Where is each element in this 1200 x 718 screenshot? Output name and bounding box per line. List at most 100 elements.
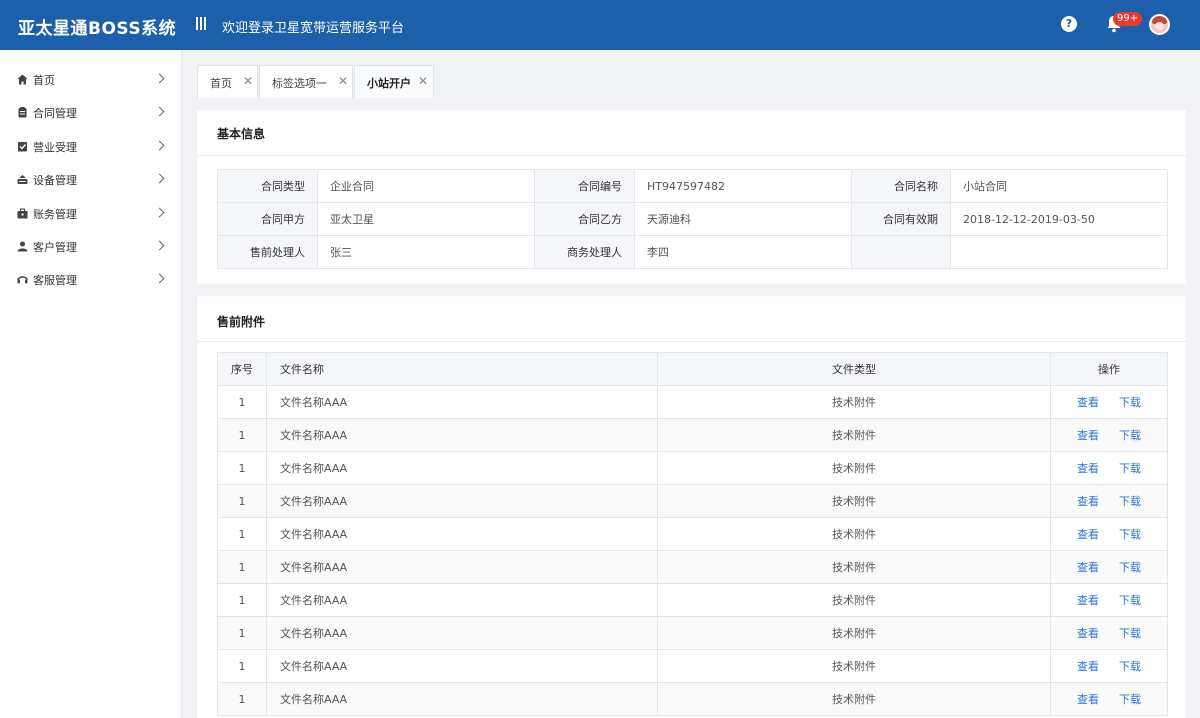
row-actions: 查看 下载 — [1050, 484, 1168, 518]
row-actions: 查看 下载 — [1050, 451, 1168, 485]
download-link[interactable]: 下载 — [1119, 693, 1141, 706]
chevron-right-icon — [154, 106, 165, 117]
sidebar-item-accounting[interactable]: 账务管理 — [0, 197, 182, 230]
download-link[interactable]: 下载 — [1119, 594, 1141, 607]
sidebar-item-business[interactable]: 营业受理 — [0, 130, 182, 163]
download-link[interactable]: 下载 — [1119, 660, 1141, 673]
tab-home[interactable]: 首页 ✕ — [197, 65, 258, 98]
table-row: 1 文件名称AAA 技术附件 查看 下载 — [217, 385, 1168, 419]
sidebar: 首页 合同管理 营业受理 设备管理 账务管理 客户管理 客服管理 — [0, 50, 182, 718]
menu-toggle-icon[interactable] — [196, 17, 206, 31]
file-type: 技术附件 — [657, 649, 1051, 683]
info-row: 合同类型 企业合同 合同编号 HT947597482 合同名称 小站合同 — [217, 169, 1168, 203]
sidebar-item-contract[interactable]: 合同管理 — [0, 96, 182, 129]
view-link[interactable]: 查看 — [1077, 462, 1099, 475]
sidebar-item-label: 设备管理 — [33, 174, 77, 187]
view-link[interactable]: 查看 — [1077, 594, 1099, 607]
row-index: 1 — [217, 649, 267, 683]
notification-badge: 99+ — [1113, 12, 1143, 26]
chevron-right-icon — [154, 73, 165, 84]
info-key: 合同类型 — [217, 169, 318, 203]
info-key — [851, 235, 951, 269]
info-key: 合同名称 — [851, 169, 951, 203]
download-link[interactable]: 下载 — [1119, 396, 1141, 409]
download-link[interactable]: 下载 — [1119, 462, 1141, 475]
file-type: 技术附件 — [657, 451, 1051, 485]
row-index: 1 — [217, 484, 267, 518]
view-link[interactable]: 查看 — [1077, 561, 1099, 574]
row-index: 1 — [217, 385, 267, 419]
table-header-row: 序号 文件名称 文件类型 操作 — [217, 352, 1168, 386]
tab-option-one[interactable]: 标签选项一 ✕ — [259, 65, 353, 98]
tab-label: 小站开户 — [367, 77, 411, 90]
info-value: 天源迪科 — [634, 202, 852, 236]
app-brand: 亚太星通BOSS系统 — [18, 19, 177, 39]
info-value: 小站合同 — [950, 169, 1168, 203]
check-badge-icon — [18, 142, 27, 152]
sidebar-item-customer[interactable]: 客户管理 — [0, 230, 182, 263]
file-name: 文件名称AAA — [266, 649, 658, 683]
table-row: 1 文件名称AAA 技术附件 查看 下载 — [217, 517, 1168, 551]
info-value: HT947597482 — [634, 169, 852, 203]
download-link[interactable]: 下载 — [1119, 561, 1141, 574]
sidebar-item-label: 账务管理 — [33, 208, 77, 221]
view-link[interactable]: 查看 — [1077, 396, 1099, 409]
file-name: 文件名称AAA — [266, 682, 658, 716]
row-index: 1 — [217, 583, 267, 617]
tab-label: 标签选项一 — [272, 77, 327, 90]
chevron-right-icon — [154, 207, 165, 218]
row-actions: 查看 下载 — [1050, 418, 1168, 452]
close-icon[interactable]: ✕ — [243, 74, 253, 88]
table-row: 1 文件名称AAA 技术附件 查看 下载 — [217, 583, 1168, 617]
file-type: 技术附件 — [657, 550, 1051, 584]
row-actions: 查看 下载 — [1050, 385, 1168, 419]
info-key: 商务处理人 — [534, 235, 635, 269]
view-link[interactable]: 查看 — [1077, 495, 1099, 508]
download-link[interactable]: 下载 — [1119, 495, 1141, 508]
clipboard-icon — [18, 107, 27, 118]
file-type: 技术附件 — [657, 484, 1051, 518]
table-row: 1 文件名称AAA 技术附件 查看 下载 — [217, 418, 1168, 452]
sidebar-item-label: 客服管理 — [33, 274, 77, 287]
avatar[interactable] — [1149, 14, 1170, 35]
download-link[interactable]: 下载 — [1119, 528, 1141, 541]
section-title: 售前附件 — [217, 315, 266, 329]
info-value: 亚太卫星 — [317, 202, 535, 236]
sidebar-item-label: 客户管理 — [33, 241, 77, 254]
view-link[interactable]: 查看 — [1077, 429, 1099, 442]
file-type: 技术附件 — [657, 583, 1051, 617]
tab-station-open[interactable]: 小站开户 ✕ — [354, 65, 434, 98]
info-value: 李四 — [634, 235, 852, 269]
close-icon[interactable]: ✕ — [338, 74, 348, 88]
row-actions: 查看 下载 — [1050, 616, 1168, 650]
column-header: 序号 — [217, 352, 267, 386]
sidebar-item-device[interactable]: 设备管理 — [0, 163, 182, 196]
basic-info-grid: 合同类型 企业合同 合同编号 HT947597482 合同名称 小站合同 合同甲… — [217, 169, 1168, 269]
sidebar-item-home[interactable]: 首页 — [0, 63, 182, 96]
info-row: 售前处理人 张三 商务处理人 李四 — [217, 235, 1168, 269]
column-header: 文件名称 — [266, 352, 658, 386]
help-icon[interactable]: ? — [1061, 16, 1077, 32]
row-index: 1 — [217, 682, 267, 716]
top-header: 亚太星通BOSS系统 欢迎登录卫星宽带运营服务平台 ? 99+ — [0, 0, 1200, 50]
file-name: 文件名称AAA — [266, 616, 658, 650]
file-type: 技术附件 — [657, 682, 1051, 716]
headset-icon — [17, 276, 28, 284]
close-icon[interactable]: ✕ — [418, 74, 428, 88]
view-link[interactable]: 查看 — [1077, 660, 1099, 673]
tab-bar: 首页 ✕ 标签选项一 ✕ 小站开户 ✕ — [183, 50, 1200, 98]
tab-label: 首页 — [210, 77, 232, 90]
sidebar-item-label: 首页 — [33, 74, 55, 87]
info-value: 企业合同 — [317, 169, 535, 203]
view-link[interactable]: 查看 — [1077, 528, 1099, 541]
column-header: 文件类型 — [657, 352, 1051, 386]
view-link[interactable]: 查看 — [1077, 693, 1099, 706]
sidebar-item-service[interactable]: 客服管理 — [0, 263, 182, 296]
info-key: 合同有效期 — [851, 202, 951, 236]
download-link[interactable]: 下载 — [1119, 429, 1141, 442]
file-name: 文件名称AAA — [266, 451, 658, 485]
download-link[interactable]: 下载 — [1119, 627, 1141, 640]
device-icon — [17, 175, 28, 184]
file-type: 技术附件 — [657, 616, 1051, 650]
view-link[interactable]: 查看 — [1077, 627, 1099, 640]
